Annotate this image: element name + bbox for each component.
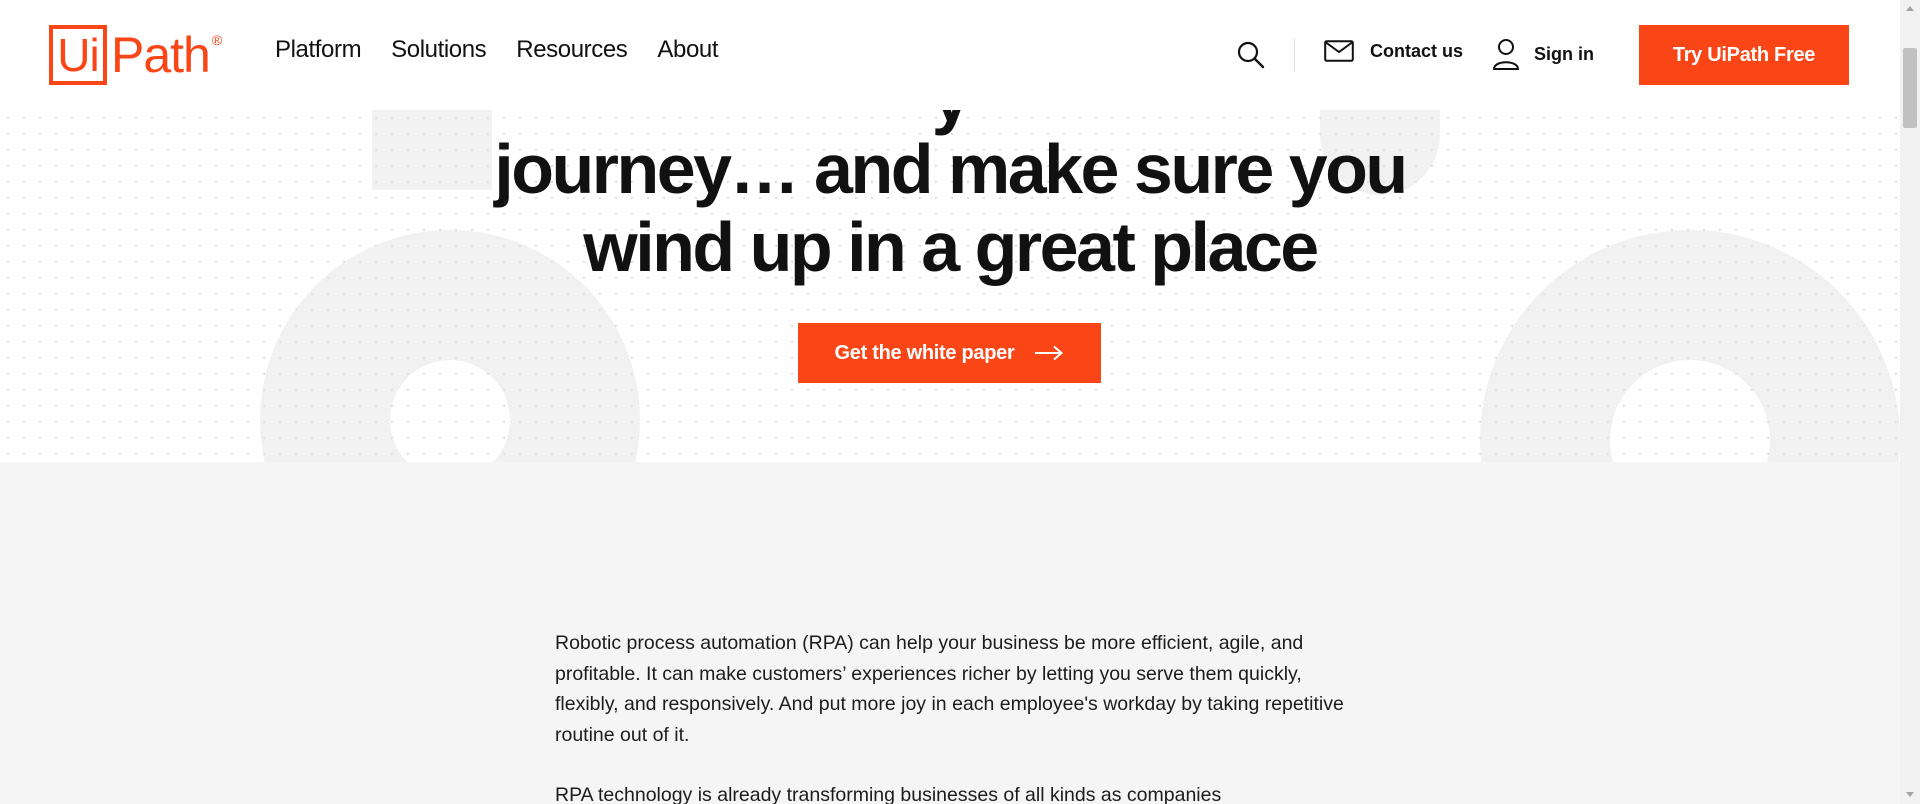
body-paragraph-2: RPA technology is already transforming b…	[555, 784, 1222, 804]
uipath-logo[interactable]: Ui Path ®	[49, 24, 222, 86]
arrow-right-icon	[1035, 345, 1064, 361]
search-icon[interactable]	[1236, 40, 1266, 70]
user-icon	[1492, 39, 1520, 70]
mail-icon	[1324, 40, 1354, 62]
hero-title-line-2: wind up in a great place	[583, 208, 1319, 286]
contact-us-link[interactable]: Contact us	[1324, 40, 1463, 62]
nav-platform[interactable]: Platform	[275, 36, 362, 64]
page-scrollbar[interactable]	[1900, 0, 1920, 804]
nav-resources[interactable]: Resources	[516, 36, 628, 64]
body-paragraph-1: Robotic process automation (RPA) can hel…	[555, 632, 1344, 746]
sign-in-label: Sign in	[1534, 43, 1594, 64]
hero-decoration-right	[1480, 230, 1900, 462]
scroll-down-arrow-icon[interactable]	[1906, 792, 1914, 797]
logo-text: Path	[111, 27, 211, 83]
nav-about[interactable]: About	[657, 36, 718, 64]
nav-solutions[interactable]: Solutions	[391, 36, 487, 64]
hero-title: journey… and make sure you wind up in a …	[400, 130, 1500, 286]
main-nav: Platform Solutions Resources About	[275, 36, 719, 64]
scrollbar-thumb[interactable]	[1903, 48, 1917, 128]
contact-us-label: Contact us	[1370, 40, 1464, 61]
scroll-up-arrow-icon[interactable]	[1906, 6, 1914, 11]
page: Ui Path ® Platform Solutions Resources A…	[0, 0, 1920, 804]
article-body: Robotic process automation (RPA) can hel…	[555, 628, 1345, 804]
logo-box: Ui	[49, 25, 107, 85]
get-white-paper-button[interactable]: Get the white paper	[798, 323, 1101, 383]
header-divider	[1294, 38, 1295, 72]
hero-section: y journey… and make sure you wind up in …	[0, 110, 1900, 462]
try-uipath-free-button[interactable]: Try UiPath Free	[1639, 25, 1849, 85]
get-white-paper-label: Get the white paper	[834, 341, 1015, 364]
sign-in-link[interactable]: Sign in	[1492, 38, 1594, 70]
logo-registered-mark: ®	[211, 32, 223, 48]
hero-title-line-1: journey… and make sure you	[494, 130, 1408, 208]
site-header: Ui Path ® Platform Solutions Resources A…	[0, 0, 1900, 110]
